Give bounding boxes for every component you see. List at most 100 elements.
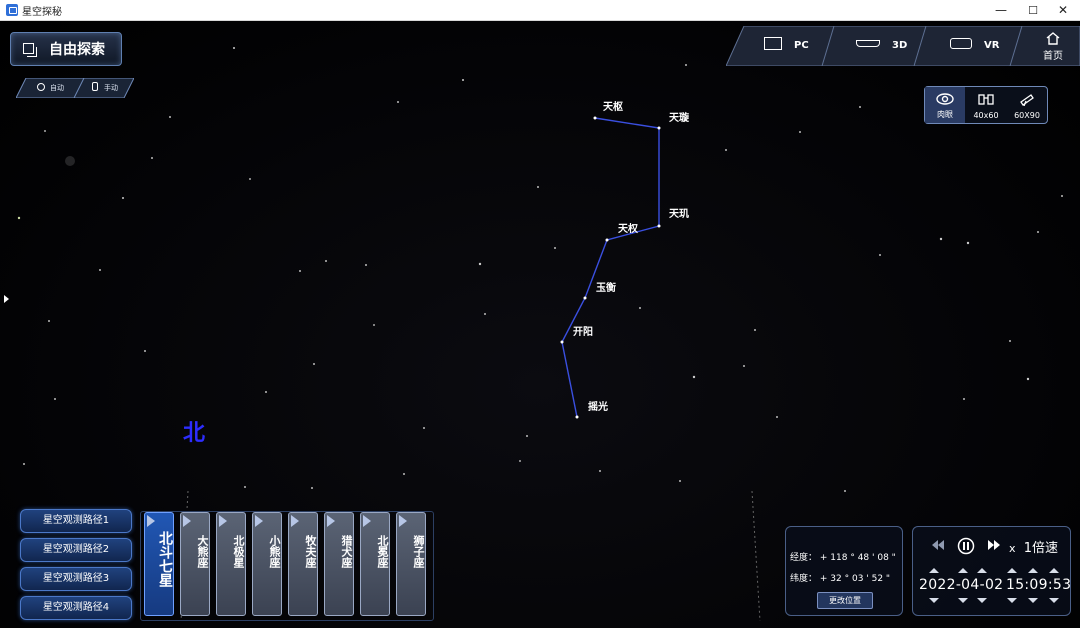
telescope-icon: [1020, 94, 1034, 106]
play-icon: [327, 515, 335, 527]
route-button-3[interactable]: 星空观测路径3: [20, 567, 132, 591]
constellation-card-corona-borealis[interactable]: 北冕座: [360, 512, 390, 616]
star-megrez: [605, 238, 609, 242]
binoculars-icon: [978, 94, 994, 105]
constellation-label: 北冕座: [376, 535, 389, 568]
location-panel: 经度： + 118 ° 48 ' 08 " 纬度： + 32 ° 03 ' 52…: [785, 526, 903, 616]
view-telescope-button[interactable]: 60X90: [1007, 87, 1047, 123]
star-label-megrez[interactable]: 天权: [618, 220, 638, 235]
month-up-arrow[interactable]: [958, 568, 968, 573]
star-label-merak[interactable]: 天璇: [669, 109, 689, 124]
constellation-label: 北斗七星: [157, 531, 173, 587]
latitude-label: 纬度：: [790, 574, 818, 584]
constellation-label: 猎犬座: [340, 535, 353, 568]
view-binoculars-button[interactable]: 40x60: [966, 87, 1006, 123]
speed-indicator[interactable]: x 1倍速: [1009, 537, 1058, 556]
nav-3d-label: 3D: [892, 40, 908, 51]
maximize-button[interactable]: ☐: [1016, 0, 1050, 21]
minute-up-arrow[interactable]: [1028, 568, 1038, 573]
change-location-button[interactable]: 更改位置: [817, 592, 873, 609]
constellation-card-big-dipper[interactable]: 北斗七星: [144, 512, 174, 616]
app-icon: [6, 4, 18, 16]
rewind-button[interactable]: [931, 539, 945, 554]
month-down-arrow[interactable]: [958, 598, 968, 603]
fast-forward-icon: [988, 540, 1000, 550]
route-button-4[interactable]: 星空观测路径4: [20, 596, 132, 620]
star-label-mizar[interactable]: 开阳: [573, 323, 593, 338]
speed-prefix: x: [1009, 542, 1016, 555]
constellation-lines: [561, 117, 660, 418]
nav-3d-button[interactable]: 3D: [856, 26, 907, 66]
hour-up-arrow[interactable]: [1007, 568, 1017, 573]
route-button-2[interactable]: 星空观测路径2: [20, 538, 132, 562]
window-title: 星空探秘: [22, 7, 62, 18]
mode-auto-button[interactable]: 自动: [37, 81, 64, 95]
star-label-dubhe[interactable]: 天枢: [603, 98, 623, 113]
rewind-icon: [932, 540, 944, 550]
fast-forward-button[interactable]: [987, 539, 1001, 554]
date-display: 2022-04-02: [919, 577, 1004, 593]
view-naked-eye-label: 肉眼: [937, 110, 953, 119]
pause-icon: [957, 537, 975, 555]
top-nav: PC 3D VR 首页: [726, 26, 1080, 66]
mode-switch: 自动 手动: [16, 78, 134, 98]
star-phecda: [657, 224, 661, 228]
latitude-row: 纬度： + 32 ° 03 ' 52 ": [790, 571, 890, 584]
close-button[interactable]: ✕: [1046, 0, 1080, 21]
play-icon: [219, 515, 227, 527]
home-icon: [1046, 32, 1060, 45]
longitude-value: + 118 ° 48 ' 08 ": [819, 553, 896, 563]
3d-glasses-icon: [856, 40, 880, 47]
nav-pc-button[interactable]: PC: [764, 26, 809, 66]
star-label-phecda[interactable]: 天玑: [669, 205, 689, 220]
constellation-label: 大熊座: [196, 535, 209, 568]
star-label-alioth[interactable]: 玉衡: [596, 279, 616, 294]
hour-down-arrow[interactable]: [1007, 598, 1017, 603]
constellation-card-ursa-major[interactable]: 大熊座: [180, 512, 210, 616]
year-down-arrow[interactable]: [929, 598, 939, 603]
speed-value: 1倍速: [1023, 541, 1059, 556]
free-explore-button[interactable]: 自由探索: [10, 32, 122, 66]
route-button-1[interactable]: 星空观测路径1: [20, 509, 132, 533]
day-down-arrow[interactable]: [977, 598, 987, 603]
minimize-button[interactable]: —: [984, 0, 1018, 21]
star-label-alkaid[interactable]: 摇光: [588, 398, 608, 413]
pause-button[interactable]: [957, 537, 975, 558]
play-icon: [363, 515, 371, 527]
free-explore-label: 自由探索: [49, 42, 105, 58]
second-down-arrow[interactable]: [1049, 598, 1059, 603]
location-icon: [37, 83, 45, 91]
star-alioth: [583, 296, 587, 300]
longitude-row: 经度： + 118 ° 48 ' 08 ": [790, 550, 896, 563]
constellation-card-bootes[interactable]: 牧夫座: [288, 512, 318, 616]
latitude-value: + 32 ° 03 ' 52 ": [819, 574, 891, 584]
layers-icon: [23, 43, 37, 57]
vr-headset-icon: [950, 38, 972, 49]
nav-vr-button[interactable]: VR: [950, 26, 999, 66]
constellation-card-canes-venatici[interactable]: 猎犬座: [324, 512, 354, 616]
play-icon: [399, 515, 407, 527]
star-dubhe: [593, 116, 597, 120]
minute-down-arrow[interactable]: [1028, 598, 1038, 603]
clock-display: 15:09:53: [1006, 577, 1072, 593]
constellation-label: 狮子座: [412, 535, 425, 568]
day-up-arrow[interactable]: [977, 568, 987, 573]
window-titlebar: 星空探秘 — ☐ ✕: [0, 0, 1080, 21]
year-up-arrow[interactable]: [929, 568, 939, 573]
side-panel-toggle-icon[interactable]: [4, 295, 9, 303]
home-button[interactable]: 首页: [1036, 32, 1070, 62]
second-up-arrow[interactable]: [1049, 568, 1059, 573]
eye-icon: [936, 93, 954, 105]
view-binoculars-label: 40x60: [973, 111, 999, 120]
monitor-icon: [764, 37, 782, 50]
time-control-panel: x 1倍速 2022-04-02 15:09:53: [912, 526, 1071, 616]
mode-manual-label: 手动: [104, 84, 118, 92]
star-merak: [657, 126, 661, 130]
constellation-card-leo[interactable]: 狮子座: [396, 512, 426, 616]
constellation-card-ursa-minor[interactable]: 小熊座: [252, 512, 282, 616]
star-alkaid: [575, 415, 579, 419]
constellation-card-polaris[interactable]: 北极星: [216, 512, 246, 616]
mode-manual-button[interactable]: 手动: [92, 81, 118, 95]
view-naked-eye-button[interactable]: 肉眼: [925, 87, 965, 123]
play-icon: [183, 515, 191, 527]
